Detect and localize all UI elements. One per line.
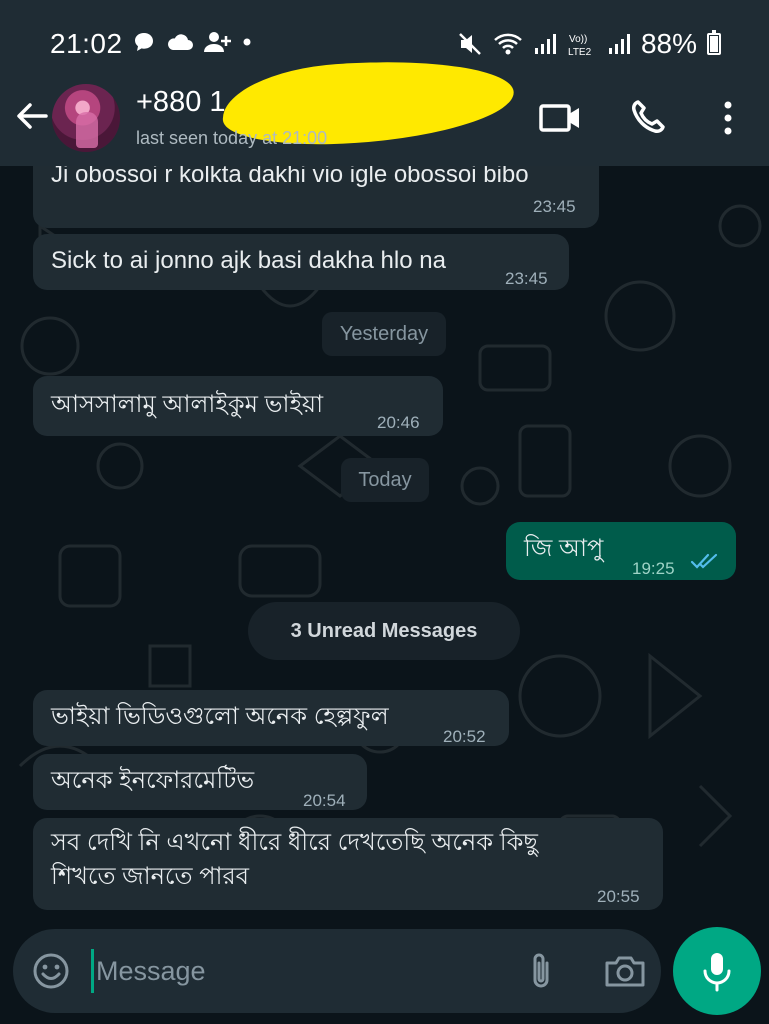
date-chip-today: Today — [341, 458, 429, 502]
message-text-line-1: সব দেখি নি এখনো ধীরে ধীরে দেখতেছি অনেক ক… — [51, 829, 538, 856]
message-text: ভাইয়া ভিডিওগুলো অনেক হেল্পফুল — [51, 703, 389, 730]
message-time: 19:25 — [632, 559, 675, 578]
chat-area[interactable]: Ji obossoi r kolkta dakhi vio igle oboss… — [0, 166, 769, 921]
message-text: Sick to ai jonno ajk basi dakha hlo na — [51, 247, 446, 274]
wifi-icon — [494, 33, 522, 55]
battery-level-fill — [710, 36, 718, 52]
camera-icon[interactable] — [603, 951, 647, 991]
message-text: জি আপু — [524, 535, 604, 562]
mute-vibrate-icon — [459, 33, 481, 55]
message-bubble-incoming[interactable]: সব দেখি নি এখনো ধীরে ধীরে দেখতেছি অনেক ক… — [33, 818, 663, 910]
message-bubble-incoming[interactable]: আসসালামু আলাইকুম ভাইয়া 20:46 — [33, 376, 443, 436]
more-vert-icon[interactable] — [708, 98, 748, 138]
back-arrow-icon[interactable] — [12, 96, 52, 136]
signal-icon — [608, 34, 630, 54]
message-text: আসসালামু আলাইকুম ভাইয়া — [51, 391, 324, 418]
message-time: 20:54 — [303, 791, 346, 810]
emoji-icon[interactable] — [31, 951, 71, 991]
battery-percent: 88% — [640, 28, 697, 59]
microphone-button[interactable] — [673, 927, 761, 1015]
avatar[interactable] — [52, 84, 120, 152]
message-bubble-incoming[interactable]: Ji obossoi r kolkta dakhi vio igle oboss… — [33, 166, 599, 228]
contact-name[interactable]: +880 1 — [136, 86, 226, 119]
unread-messages-banner: 3 Unread Messages — [248, 602, 520, 660]
cloud-icon — [168, 34, 193, 50]
message-time: 20:46 — [377, 413, 420, 432]
status-time: 21:02 — [50, 28, 123, 59]
date-chip-yesterday: Yesterday — [322, 312, 446, 356]
message-time: 20:55 — [597, 887, 640, 906]
message-time: 20:52 — [443, 727, 486, 746]
volte-lte2-icon: Vo)) LTE2 — [568, 34, 592, 57]
top-bar: 21:02 Vo)) LTE2 88% +880 1 last seen toda… — [0, 0, 769, 166]
video-call-icon[interactable] — [538, 98, 582, 138]
message-text: অনেক ইনফোরমেটিভ — [51, 767, 255, 794]
message-bubble-incoming[interactable]: অনেক ইনফোরমেটিভ 20:54 — [33, 754, 367, 810]
chat-header: +880 1 last seen today at 21:00 — [0, 51, 769, 166]
message-time: 23:45 — [505, 269, 548, 288]
status-right-icons: Vo)) LTE2 88% — [457, 28, 721, 60]
svg-text:Vo)): Vo)) — [569, 34, 587, 45]
message-composer — [13, 929, 661, 1013]
message-time: 23:45 — [533, 197, 576, 216]
message-input[interactable] — [91, 949, 491, 993]
battery-charging-icon — [707, 30, 721, 55]
read-ticks-icon — [690, 553, 718, 569]
chat-bubble-icon — [135, 33, 153, 51]
paperclip-icon[interactable] — [523, 949, 559, 993]
message-bubble-incoming[interactable]: Sick to ai jonno ajk basi dakha hlo na 2… — [33, 234, 569, 290]
svg-text:LTE2: LTE2 — [568, 47, 592, 57]
status-left-icons — [132, 30, 252, 54]
microphone-icon — [703, 953, 731, 992]
person-add-icon — [204, 32, 231, 52]
signal-icon — [534, 34, 556, 54]
message-bubble-outgoing[interactable]: জি আপু 19:25 — [506, 522, 736, 580]
dot-icon — [243, 38, 251, 46]
message-text-line-2: শিখতে জানতে পারব — [51, 863, 250, 890]
message-bubble-incoming[interactable]: ভাইয়া ভিডিওগুলো অনেক হেল্পফুল 20:52 — [33, 690, 509, 746]
phone-call-icon[interactable] — [628, 98, 672, 138]
message-text: Ji obossoi r kolkta dakhi vio igle oboss… — [51, 166, 529, 188]
last-seen-status: last seen today at 21:00 — [136, 128, 328, 148]
